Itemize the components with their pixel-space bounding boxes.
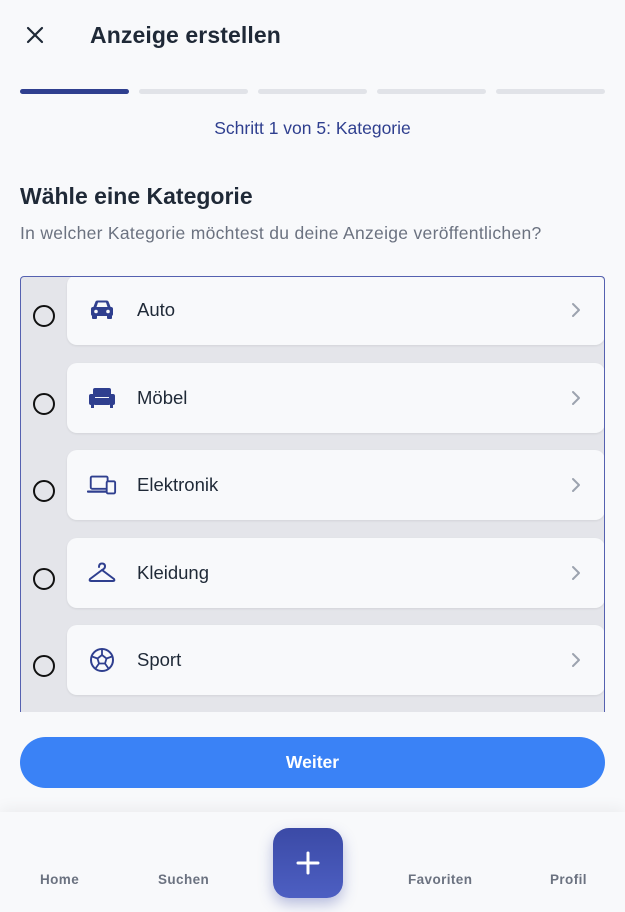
category-label: Auto [137, 299, 176, 320]
step-label: Schritt 1 von 5: Kategorie [214, 118, 411, 138]
category-card-auto[interactable]: Auto [67, 277, 604, 345]
chevron-right-icon [572, 303, 580, 317]
nav-item-favoriten[interactable]: Favoriten [408, 872, 472, 887]
category-radio-sport[interactable] [33, 655, 55, 677]
category-card-kleidung[interactable]: Kleidung [67, 538, 604, 608]
chevron-right-icon [572, 566, 580, 580]
chevron-right-icon [572, 391, 580, 405]
category-label: Sport [137, 649, 182, 670]
category-radio-moebel[interactable] [33, 393, 55, 415]
category-radio-kleidung[interactable] [33, 568, 55, 590]
category-card-sport[interactable]: Sport [67, 625, 604, 695]
next-button[interactable]: Weiter [20, 737, 605, 788]
category-list[interactable]: Auto Möbel Elektronik Kleidung Sport [20, 276, 605, 712]
plus-icon [296, 851, 320, 875]
top-bar: Anzeige erstellen [0, 0, 625, 72]
list-item: Sport [21, 625, 604, 697]
nav-item-suchen[interactable]: Suchen [158, 872, 209, 887]
progress-step-5 [496, 89, 605, 94]
category-radio-auto[interactable] [33, 305, 55, 327]
section-subtitle: In welcher Kategorie möchtest du deine A… [20, 223, 542, 243]
close-button[interactable] [20, 20, 50, 50]
list-item: Kleidung [21, 538, 604, 610]
devices-icon [87, 472, 117, 498]
category-label: Kleidung [137, 562, 210, 583]
category-label: Elektronik [137, 474, 219, 495]
nav-item-home[interactable]: Home [40, 872, 79, 887]
close-icon [26, 26, 44, 44]
progress-step-3 [258, 89, 367, 94]
list-item: Elektronik [21, 450, 604, 522]
chevron-right-icon [572, 478, 580, 492]
create-listing-button[interactable] [273, 828, 343, 898]
category-radio-elektronik[interactable] [33, 480, 55, 502]
chevron-right-icon [572, 653, 580, 667]
car-icon [87, 297, 117, 323]
list-item: Möbel [21, 363, 604, 435]
section-title: Wähle eine Kategorie [20, 183, 253, 209]
progress-step-4 [377, 89, 486, 94]
category-label: Möbel [137, 387, 188, 408]
nav-item-profil[interactable]: Profil [550, 872, 587, 887]
hanger-icon [87, 560, 117, 586]
category-card-elektronik[interactable]: Elektronik [67, 450, 604, 520]
step-progress-bar [20, 89, 605, 94]
ball-icon [87, 647, 117, 673]
category-card-moebel[interactable]: Möbel [67, 363, 604, 433]
list-item: Auto [21, 277, 604, 347]
progress-step-1 [20, 89, 129, 94]
progress-step-2 [139, 89, 248, 94]
sofa-icon [87, 385, 117, 411]
page-title: Anzeige erstellen [90, 22, 281, 48]
